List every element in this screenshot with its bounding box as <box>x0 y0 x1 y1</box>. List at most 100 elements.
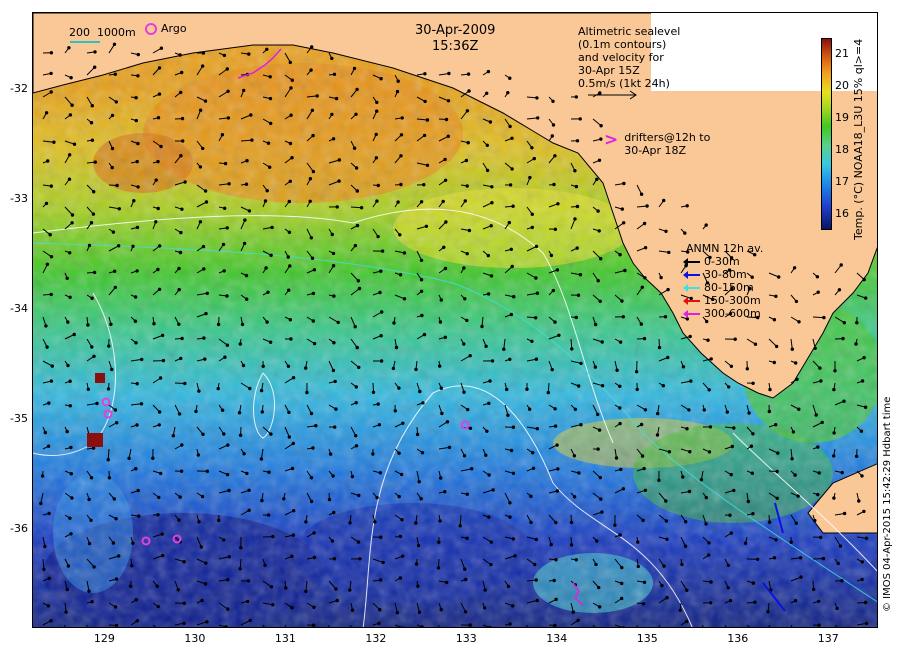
velocity-vector-head <box>555 443 559 447</box>
velocity-vector-head <box>42 567 46 571</box>
velocity-vector-head <box>205 620 209 624</box>
velocity-vector-head <box>702 408 706 412</box>
velocity-vector-head <box>375 495 379 500</box>
velocity-vector-head <box>379 77 383 81</box>
velocity-vector-head <box>842 511 847 516</box>
velocity-vector-head <box>707 553 711 557</box>
velocity-vector-head <box>422 133 427 138</box>
velocity-vector-head <box>423 72 427 76</box>
velocity-vector-head <box>157 423 162 427</box>
velocity-vector-head <box>511 604 515 608</box>
velocity-vector-head <box>311 133 315 138</box>
velocity-vector-head <box>241 363 246 368</box>
velocity-vector-head <box>287 199 291 204</box>
velocity-vector-head <box>862 277 866 282</box>
velocity-vector-head <box>140 357 144 362</box>
velocity-vector-head <box>137 514 141 518</box>
sst-map[interactable] <box>32 12 878 628</box>
velocity-vector-head <box>110 113 115 118</box>
velocity-vector-head <box>179 356 183 361</box>
velocity-vector-head <box>530 339 534 343</box>
velocity-vector-head <box>840 579 844 583</box>
velocity-vector-head <box>795 377 799 381</box>
velocity-vector-head <box>466 141 470 145</box>
velocity-vector-head <box>597 428 602 432</box>
velocity-vector-head <box>391 366 396 371</box>
velocity-vector-head <box>578 117 582 121</box>
velocity-vector-head <box>819 379 823 383</box>
velocity-vector-head <box>535 96 539 100</box>
velocity-vector-head <box>354 385 358 389</box>
velocity-vector-head <box>598 299 602 303</box>
velocity-vector-head <box>291 376 296 380</box>
velocity-vector-head <box>553 320 557 324</box>
velocity-vector-head <box>576 618 580 622</box>
velocity-vector-head <box>92 354 96 358</box>
velocity-vector-head <box>331 251 336 256</box>
velocity-vector-head <box>574 315 578 320</box>
velocity-vector-head <box>798 556 803 560</box>
velocity-vector-head <box>706 338 710 342</box>
velocity-vector-head <box>177 322 181 326</box>
velocity-vector-head <box>288 318 293 322</box>
velocity-vector-head <box>635 387 639 392</box>
velocity-vector-head <box>114 623 119 627</box>
velocity-vector-head <box>599 257 603 261</box>
velocity-vector-head <box>48 233 52 237</box>
velocity-vector-head <box>312 341 317 346</box>
velocity-vector-head <box>813 346 817 350</box>
velocity-vector-head <box>465 184 469 188</box>
velocity-vector-head <box>534 276 538 280</box>
velocity-vector-head <box>157 410 162 414</box>
drifters-line: 30-Apr 18Z <box>624 144 687 157</box>
velocity-vector-head <box>599 124 603 128</box>
velocity-vector-head <box>775 469 779 474</box>
velocity-vector-head <box>154 178 158 182</box>
velocity-vector-head <box>114 517 118 521</box>
velocity-vector-head <box>264 266 268 270</box>
velocity-vector-head <box>860 560 864 564</box>
velocity-vector-head <box>444 220 448 224</box>
velocity-vector-head <box>751 381 755 385</box>
velocity-vector-head <box>92 270 97 275</box>
velocity-vector-head <box>375 199 379 203</box>
velocity-vector-head <box>489 224 493 228</box>
velocity-vector-head <box>402 251 407 255</box>
velocity-vector-head <box>136 141 140 146</box>
velocity-vector-head <box>535 598 539 603</box>
velocity-vector-head <box>487 515 491 519</box>
velocity-vector-head <box>377 621 381 625</box>
velocity-vector-head <box>767 409 771 414</box>
velocity-vector-head <box>245 471 249 476</box>
velocity-vector-head <box>747 411 751 415</box>
velocity-vector-head <box>179 154 183 158</box>
velocity-vector-head <box>155 584 159 588</box>
velocity-vector-head <box>491 488 495 492</box>
velocity-vector-head <box>573 217 577 221</box>
velocity-vector-head <box>444 117 449 122</box>
velocity-vector-head <box>618 340 623 344</box>
velocity-vector-head <box>489 274 494 278</box>
velocity-vector-head <box>816 445 820 449</box>
velocity-vector-head <box>112 42 117 46</box>
velocity-vector-head <box>160 333 165 338</box>
velocity-vector-head <box>842 399 846 403</box>
arrow-left-icon <box>683 283 700 292</box>
velocity-vector-head <box>620 581 624 586</box>
velocity-vector-head <box>288 179 292 184</box>
velocity-vector-head <box>91 212 96 216</box>
velocity-vector-head <box>92 190 96 194</box>
velocity-vector-head <box>443 157 447 162</box>
velocity-vector-head <box>222 538 226 542</box>
velocity-vector-head <box>622 181 626 186</box>
velocity-vector-head <box>89 476 94 480</box>
velocity-vector-head <box>90 345 94 349</box>
velocity-vector-head <box>508 501 512 505</box>
velocity-vector-head <box>157 287 162 291</box>
velocity-vector-head <box>623 268 627 273</box>
velocity-vector-head <box>530 212 534 217</box>
velocity-vector-head <box>289 113 293 117</box>
velocity-vector-head <box>239 546 243 550</box>
velocity-vector-head <box>599 497 603 501</box>
velocity-vector-head <box>535 427 539 431</box>
